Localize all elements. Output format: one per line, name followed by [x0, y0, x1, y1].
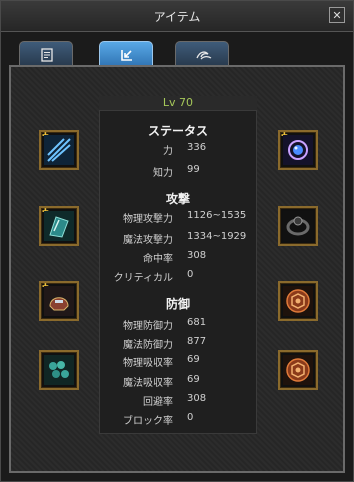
tab-wings[interactable]: [175, 41, 229, 67]
stat-row: 物理防御力 681: [99, 317, 257, 335]
stat-value: 69: [187, 374, 200, 385]
stat-row: 力 336: [99, 142, 257, 160]
stat-label: 命中率: [143, 254, 173, 265]
stat-value: 877: [187, 336, 207, 347]
slot-amulet[interactable]: ✚: [278, 130, 318, 170]
teal-armor-icon: [44, 211, 74, 241]
tab-equipment[interactable]: [99, 41, 153, 67]
window-title: アイテム: [153, 10, 201, 24]
slot-emblem-2[interactable]: [278, 350, 318, 390]
stat-label: 魔法攻撃力: [123, 235, 173, 246]
stat-row: 知力 99: [99, 164, 257, 182]
title-bar[interactable]: アイテム ✕: [1, 1, 353, 32]
stat-label: 魔法防御力: [123, 340, 173, 351]
stat-row: 魔法吸収率 69: [99, 374, 257, 392]
slot-gloves[interactable]: [39, 350, 79, 390]
stat-row: 物理攻撃力 1126~1535: [99, 210, 257, 228]
wing-swirl-icon: [196, 51, 212, 60]
stat-label: ブロック率: [123, 416, 173, 427]
orange-emblem-icon: [283, 355, 313, 385]
stat-row: 回避率 308: [99, 393, 257, 411]
document-icon: [41, 48, 53, 62]
helmet-icon: [44, 286, 74, 316]
blue-blade-icon: [44, 135, 74, 165]
dark-ring-icon: [283, 211, 313, 241]
stat-row: ブロック率 0: [99, 412, 257, 430]
stat-value: 308: [187, 393, 207, 404]
stat-label: 知力: [153, 168, 173, 179]
stat-value: 0: [187, 269, 194, 280]
slot-ring[interactable]: [278, 206, 318, 246]
stat-value: 1334~1929: [187, 231, 247, 242]
stat-label: クリティカル: [113, 273, 173, 284]
stat-value: 681: [187, 317, 207, 328]
level-label: Lv 70: [99, 96, 257, 111]
teal-gloves-icon: [44, 355, 74, 385]
stat-row: 物理吸収率 69: [99, 354, 257, 372]
close-button[interactable]: ✕: [329, 7, 345, 23]
tab-document[interactable]: [19, 41, 73, 67]
inventory-window: アイテム ✕ ✚: [0, 0, 354, 482]
stat-label: 力: [163, 146, 173, 157]
slot-helmet[interactable]: ✚: [39, 281, 79, 321]
stat-value: 1126~1535: [187, 210, 247, 221]
stat-label: 魔法吸収率: [123, 378, 173, 389]
stat-label: 物理防御力: [123, 321, 173, 332]
equip-arrow-icon: [121, 50, 132, 61]
slot-armor[interactable]: ✚: [39, 206, 79, 246]
slot-weapon[interactable]: ✚: [39, 130, 79, 170]
orange-emblem-icon: [283, 286, 313, 316]
stat-value: 69: [187, 354, 200, 365]
stat-row: 命中率 308: [99, 250, 257, 268]
stat-value: 336: [187, 142, 207, 153]
stat-value: 0: [187, 412, 194, 423]
stat-row: 魔法攻撃力 1334~1929: [99, 231, 257, 249]
status-heading: ステータス: [147, 124, 208, 138]
blue-amulet-icon: [283, 135, 313, 165]
stat-row: クリティカル 0: [99, 269, 257, 287]
slot-emblem-1[interactable]: [278, 281, 318, 321]
stat-label: 回避率: [143, 397, 173, 408]
stat-value: 99: [187, 164, 200, 175]
attack-heading: 攻撃: [165, 192, 190, 206]
stat-row: 魔法防御力 877: [99, 336, 257, 354]
defense-heading: 防御: [165, 297, 190, 311]
stat-value: 308: [187, 250, 207, 261]
stat-label: 物理攻撃力: [123, 214, 173, 225]
stat-label: 物理吸収率: [123, 358, 173, 369]
